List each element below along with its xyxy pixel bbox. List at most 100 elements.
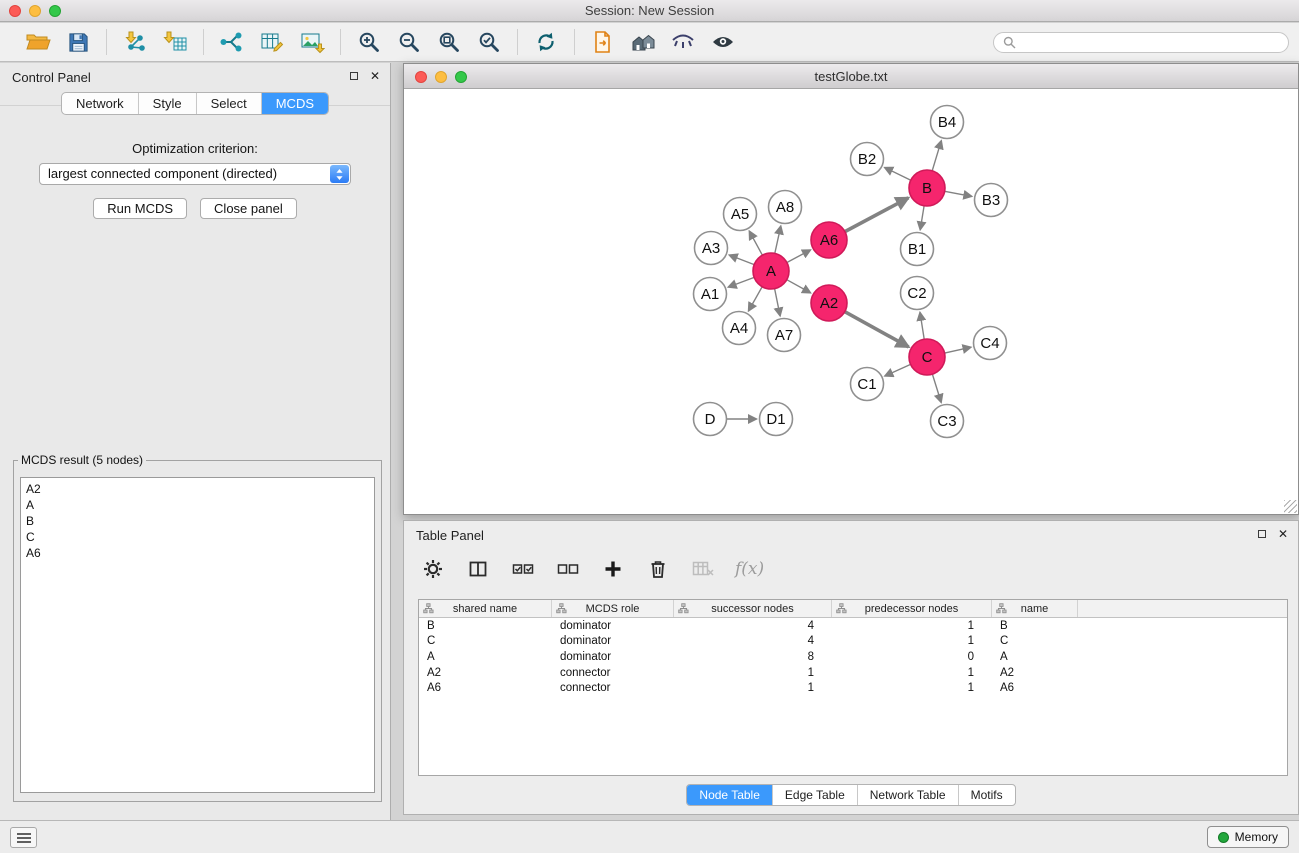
column-header-successor-nodes[interactable]: successor nodes xyxy=(674,600,832,617)
node-A5[interactable]: A5 xyxy=(724,198,757,231)
tab-mcds[interactable]: MCDS xyxy=(262,93,328,114)
save-session-button[interactable] xyxy=(62,27,94,57)
add-button[interactable] xyxy=(600,555,626,583)
resize-grip[interactable] xyxy=(1284,500,1297,513)
edge-B-B3[interactable] xyxy=(945,191,972,196)
tab-network[interactable]: Network xyxy=(62,93,139,114)
edge-A-A5[interactable] xyxy=(749,231,762,255)
import-network-button[interactable] xyxy=(119,27,151,57)
deselect-all-button[interactable] xyxy=(555,555,581,583)
tab-motifs[interactable]: Motifs xyxy=(959,785,1015,805)
column-header-predecessor-nodes[interactable]: predecessor nodes xyxy=(832,600,992,617)
float-table-panel-icon[interactable] xyxy=(1258,530,1266,538)
network-canvas[interactable]: AA1A2A3A4A5A6A7A8BB1B2B3B4CC1C2C3C4DD1 xyxy=(404,90,1298,514)
close-panel-icon[interactable]: ✕ xyxy=(370,71,380,81)
float-panel-icon[interactable] xyxy=(350,72,358,80)
settings-gear-button[interactable] xyxy=(420,555,446,583)
edge-A-A1[interactable] xyxy=(728,277,754,287)
search-input[interactable] xyxy=(1021,34,1279,50)
tab-select[interactable]: Select xyxy=(197,93,262,114)
table-row[interactable]: Adominator80A xyxy=(419,649,1287,665)
minimize-window-button[interactable] xyxy=(29,5,41,17)
open-file-button[interactable] xyxy=(22,27,54,57)
mcds-result-list[interactable]: A2ABCA6 xyxy=(20,477,375,793)
edge-C-C1[interactable] xyxy=(885,364,911,376)
node-D1[interactable]: D1 xyxy=(760,403,793,436)
zoom-in-button[interactable] xyxy=(353,27,385,57)
close-network-button[interactable] xyxy=(415,71,427,83)
new-network-button[interactable] xyxy=(216,27,248,57)
node-B4[interactable]: B4 xyxy=(931,106,964,139)
run-mcds-button[interactable]: Run MCDS xyxy=(93,198,187,219)
node-A3[interactable]: A3 xyxy=(695,232,728,265)
zoom-network-button[interactable] xyxy=(455,71,467,83)
home-button[interactable] xyxy=(627,27,659,57)
edge-B-B1[interactable] xyxy=(920,206,924,230)
node-D[interactable]: D xyxy=(694,403,727,436)
edge-A2-C[interactable] xyxy=(845,312,909,347)
edge-A-A6[interactable] xyxy=(787,250,811,263)
result-item[interactable]: A2 xyxy=(26,481,369,497)
zoom-out-button[interactable] xyxy=(393,27,425,57)
delete-button[interactable] xyxy=(645,555,671,583)
new-table-button[interactable] xyxy=(256,27,288,57)
minimize-network-button[interactable] xyxy=(435,71,447,83)
zoom-fit-button[interactable] xyxy=(433,27,465,57)
clipboard-button[interactable] xyxy=(587,27,619,57)
network-graph[interactable]: AA1A2A3A4A5A6A7A8BB1B2B3B4CC1C2C3C4DD1 xyxy=(404,90,1298,514)
window-titlebar[interactable]: Session: New Session xyxy=(0,0,1299,22)
eye-button[interactable] xyxy=(707,27,739,57)
tab-edge-table[interactable]: Edge Table xyxy=(773,785,858,805)
table-row[interactable]: A2connector11A2 xyxy=(419,665,1287,681)
node-C2[interactable]: C2 xyxy=(901,277,934,310)
refresh-button[interactable] xyxy=(530,27,562,57)
function-builder-button[interactable]: f(x) xyxy=(735,559,764,579)
node-A[interactable]: A xyxy=(753,253,789,289)
node-A1[interactable]: A1 xyxy=(694,278,727,311)
close-panel-button[interactable]: Close panel xyxy=(200,198,297,219)
table-row[interactable]: Cdominator41C xyxy=(419,634,1287,650)
node-C4[interactable]: C4 xyxy=(974,327,1007,360)
style-button[interactable] xyxy=(667,27,699,57)
select-all-button[interactable] xyxy=(510,555,536,583)
node-B2[interactable]: B2 xyxy=(851,143,884,176)
edge-C-C2[interactable] xyxy=(920,312,924,339)
result-item[interactable]: B xyxy=(26,513,369,529)
node-C[interactable]: C xyxy=(909,339,945,375)
column-header-shared-name[interactable]: shared name xyxy=(419,600,552,617)
result-item[interactable]: A6 xyxy=(26,545,369,561)
node-A8[interactable]: A8 xyxy=(769,191,802,224)
node-B[interactable]: B xyxy=(909,170,945,206)
node-A2[interactable]: A2 xyxy=(811,285,847,321)
import-table-button[interactable] xyxy=(159,27,191,57)
node-B1[interactable]: B1 xyxy=(901,233,934,266)
node-A6[interactable]: A6 xyxy=(811,222,847,258)
column-header-name[interactable]: name xyxy=(992,600,1078,617)
search-box[interactable] xyxy=(993,32,1289,53)
node-C1[interactable]: C1 xyxy=(851,368,884,401)
column-header-MCDS-role[interactable]: MCDS role xyxy=(552,600,674,617)
table-row[interactable]: Bdominator41B xyxy=(419,618,1287,634)
edge-C-C4[interactable] xyxy=(945,347,971,353)
node-B3[interactable]: B3 xyxy=(975,184,1008,217)
tab-style[interactable]: Style xyxy=(139,93,197,114)
node-A7[interactable]: A7 xyxy=(768,319,801,352)
table-row[interactable]: A6connector11A6 xyxy=(419,680,1287,696)
edge-A-A4[interactable] xyxy=(749,287,763,311)
result-item[interactable]: C xyxy=(26,529,369,545)
tab-network-table[interactable]: Network Table xyxy=(858,785,959,805)
zoom-window-button[interactable] xyxy=(49,5,61,17)
edge-A-A7[interactable] xyxy=(775,289,781,316)
tab-node-table[interactable]: Node Table xyxy=(687,785,773,805)
optimization-dropdown[interactable]: largest connected component (directed) xyxy=(39,163,351,185)
result-item[interactable]: A xyxy=(26,497,369,513)
edge-A-A2[interactable] xyxy=(787,280,811,293)
edge-B-B2[interactable] xyxy=(885,168,911,181)
export-image-button[interactable] xyxy=(296,27,328,57)
zoom-selected-button[interactable] xyxy=(473,27,505,57)
delete-table-button[interactable] xyxy=(690,555,716,583)
network-window-titlebar[interactable]: testGlobe.txt xyxy=(404,64,1298,89)
edge-A6-B[interactable] xyxy=(845,198,909,232)
close-window-button[interactable] xyxy=(9,5,21,17)
node-A4[interactable]: A4 xyxy=(723,312,756,345)
